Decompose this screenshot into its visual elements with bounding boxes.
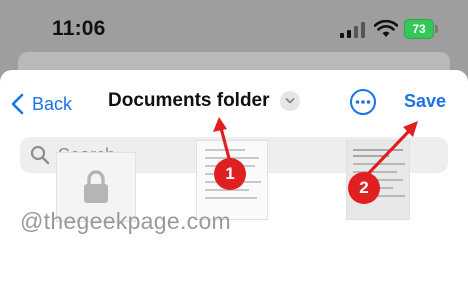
back-button[interactable]: Back (10, 92, 72, 116)
doc-text-line (353, 149, 403, 151)
ellipsis-circle-icon[interactable] (349, 88, 377, 116)
watermark: @thegeekpage.com (20, 208, 232, 234)
doc-text-line (353, 163, 405, 165)
back-label: Back (32, 93, 73, 114)
battery-charging-icon: 73 (404, 19, 434, 39)
wifi-icon (374, 20, 398, 37)
chevron-down-icon (279, 91, 300, 111)
status-time: 11:06 (52, 17, 106, 40)
folder-title-text: Documents folder (108, 90, 270, 111)
battery-level: 73 (412, 22, 426, 36)
lock-icon (84, 170, 108, 203)
save-button[interactable]: Save (404, 91, 446, 112)
doc-text-line (205, 149, 245, 151)
step-badge-2: 2 (348, 172, 380, 204)
status-bar: 11:06 73 (0, 0, 468, 60)
cellular-signal-icon (340, 22, 365, 38)
step-badge-1: 1 (214, 158, 246, 190)
doc-text-line (353, 155, 389, 157)
chevron-left-icon (11, 93, 24, 115)
battery-nub (435, 25, 438, 33)
search-icon (30, 145, 50, 165)
folder-title[interactable]: Documents folder (108, 90, 300, 112)
doc-text-line (205, 197, 257, 199)
